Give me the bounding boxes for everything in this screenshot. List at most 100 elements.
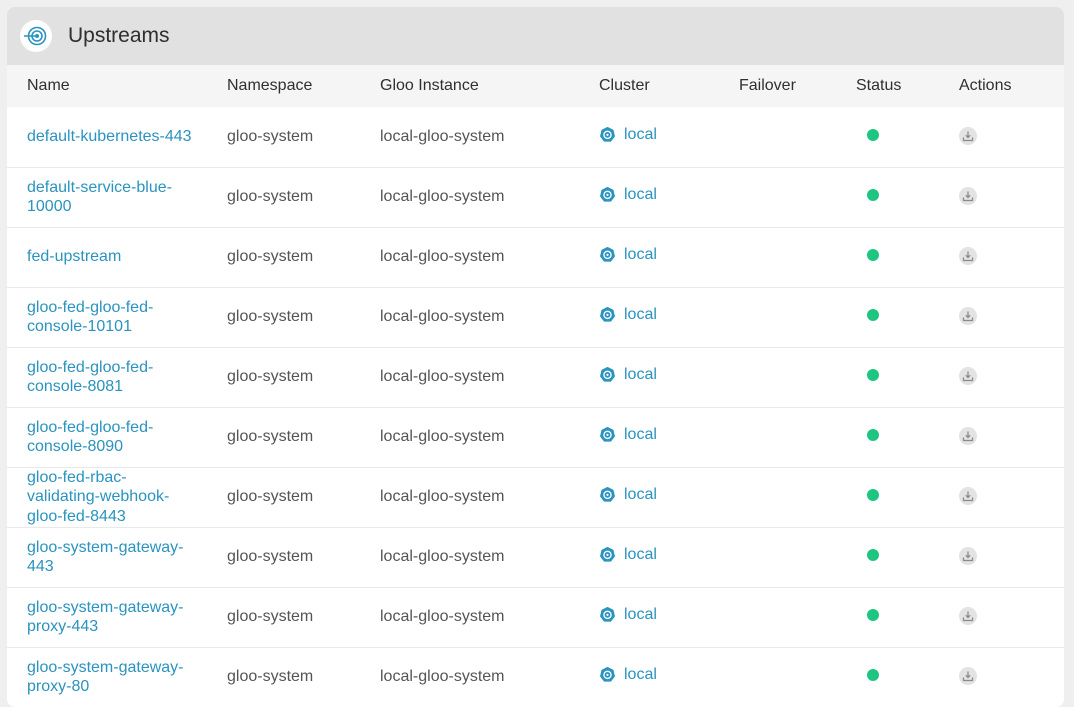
column-header-namespace[interactable]: Namespace bbox=[227, 65, 380, 107]
cluster-link[interactable]: local bbox=[599, 306, 657, 324]
namespace-cell: gloo-system bbox=[227, 308, 314, 325]
table-row: default-service-blue-10000 gloo-system l… bbox=[7, 167, 1064, 227]
cluster-name: local bbox=[624, 185, 657, 203]
status-dot bbox=[867, 369, 879, 381]
upstream-name-link[interactable]: gloo-system-gateway-proxy-80 bbox=[27, 658, 192, 697]
cluster-link[interactable]: local bbox=[599, 666, 657, 684]
cluster-link[interactable]: local bbox=[599, 426, 657, 444]
status-dot bbox=[867, 189, 879, 201]
table-row: gloo-fed-gloo-fed-console-10101 gloo-sys… bbox=[7, 287, 1064, 347]
gloo-instance-cell: local-gloo-system bbox=[380, 608, 505, 625]
namespace-cell: gloo-system bbox=[227, 428, 314, 445]
upstreams-panel: Upstreams Name Namespace Gloo Instance C… bbox=[7, 7, 1064, 707]
namespace-cell: gloo-system bbox=[227, 368, 314, 385]
upstream-name-link[interactable]: gloo-fed-gloo-fed-console-8090 bbox=[27, 418, 192, 457]
namespace-cell: gloo-system bbox=[227, 608, 314, 625]
cluster-link[interactable]: local bbox=[599, 606, 657, 624]
namespace-cell: gloo-system bbox=[227, 668, 314, 685]
download-icon bbox=[962, 611, 974, 622]
namespace-cell: gloo-system bbox=[227, 548, 314, 565]
download-yaml-button[interactable] bbox=[959, 247, 977, 265]
gloo-instance-cell: local-gloo-system bbox=[380, 488, 505, 505]
column-header-actions: Actions bbox=[959, 77, 1012, 94]
column-header-name[interactable]: Name bbox=[7, 65, 227, 107]
download-yaml-button[interactable] bbox=[959, 487, 977, 505]
gloo-instance-cell: local-gloo-system bbox=[380, 188, 505, 205]
download-icon bbox=[962, 251, 974, 262]
status-dot bbox=[867, 609, 879, 621]
cluster-name: local bbox=[624, 365, 657, 383]
gloo-instance-cell: local-gloo-system bbox=[380, 428, 505, 445]
status-dot bbox=[867, 249, 879, 261]
download-icon bbox=[962, 311, 974, 322]
upstream-name-link[interactable]: default-service-blue-10000 bbox=[27, 178, 192, 217]
download-icon bbox=[962, 371, 974, 382]
kubernetes-icon bbox=[599, 426, 616, 443]
gloo-instance-cell: local-gloo-system bbox=[380, 127, 505, 145]
cluster-name: local bbox=[624, 605, 657, 623]
download-yaml-button[interactable] bbox=[959, 126, 977, 145]
namespace-cell: gloo-system bbox=[227, 248, 314, 265]
download-yaml-button[interactable] bbox=[959, 427, 977, 445]
column-header-gloo-instance[interactable]: Gloo Instance bbox=[380, 65, 599, 107]
upstream-name-link[interactable]: gloo-fed-rbac-validating-webhook-gloo-fe… bbox=[27, 468, 192, 527]
table-row: gloo-fed-gloo-fed-console-8090 gloo-syst… bbox=[7, 407, 1064, 467]
column-header-cluster[interactable]: Cluster bbox=[599, 65, 739, 107]
panel-header: Upstreams bbox=[7, 7, 1064, 65]
table-row: gloo-system-gateway-proxy-80 gloo-system… bbox=[7, 647, 1064, 707]
download-yaml-button[interactable] bbox=[959, 187, 977, 205]
upstream-name-link[interactable]: fed-upstream bbox=[27, 247, 121, 267]
upstreams-table: Name Namespace Gloo Instance Cluster Fai… bbox=[7, 65, 1064, 707]
upstream-name-link[interactable]: default-kubernetes-443 bbox=[27, 127, 192, 147]
cluster-link[interactable]: local bbox=[599, 546, 657, 564]
failover-cell bbox=[739, 407, 856, 467]
cluster-name: local bbox=[624, 245, 657, 263]
table-row: gloo-fed-gloo-fed-console-8081 gloo-syst… bbox=[7, 347, 1064, 407]
namespace-cell: gloo-system bbox=[227, 488, 314, 505]
status-dot bbox=[867, 489, 879, 501]
gloo-instance-cell: local-gloo-system bbox=[380, 248, 505, 265]
column-header-status[interactable]: Status bbox=[856, 65, 959, 107]
upstream-name-link[interactable]: gloo-fed-gloo-fed-console-8081 bbox=[27, 358, 192, 397]
status-dot bbox=[867, 669, 879, 681]
cluster-link[interactable]: local bbox=[599, 366, 657, 384]
download-yaml-button[interactable] bbox=[959, 367, 977, 385]
cluster-link[interactable]: local bbox=[599, 126, 657, 144]
download-yaml-button[interactable] bbox=[959, 607, 977, 625]
cluster-name: local bbox=[624, 125, 657, 143]
kubernetes-icon bbox=[599, 126, 616, 143]
cluster-name: local bbox=[624, 545, 657, 563]
failover-cell bbox=[739, 287, 856, 347]
kubernetes-icon bbox=[599, 606, 616, 623]
upstream-name-link[interactable]: gloo-system-gateway-proxy-443 bbox=[27, 598, 192, 637]
status-dot bbox=[867, 309, 879, 321]
kubernetes-icon bbox=[599, 366, 616, 383]
download-yaml-button[interactable] bbox=[959, 307, 977, 325]
cluster-name: local bbox=[624, 485, 657, 503]
failover-cell bbox=[739, 347, 856, 407]
table-row: gloo-system-gateway-proxy-443 gloo-syste… bbox=[7, 587, 1064, 647]
namespace-cell: gloo-system bbox=[227, 127, 314, 145]
cluster-link[interactable]: local bbox=[599, 246, 657, 264]
status-dot bbox=[867, 549, 879, 561]
column-header-failover[interactable]: Failover bbox=[739, 65, 856, 107]
panel-title: Upstreams bbox=[68, 24, 170, 47]
download-icon bbox=[962, 431, 974, 442]
download-yaml-button[interactable] bbox=[959, 667, 977, 685]
cluster-link[interactable]: local bbox=[599, 486, 657, 504]
cluster-link[interactable]: local bbox=[599, 186, 657, 204]
failover-cell bbox=[739, 227, 856, 287]
upstream-icon bbox=[20, 20, 52, 52]
download-icon bbox=[962, 551, 974, 562]
download-icon bbox=[962, 491, 974, 502]
download-yaml-button[interactable] bbox=[959, 547, 977, 565]
cluster-name: local bbox=[624, 665, 657, 683]
upstream-name-link[interactable]: gloo-system-gateway-443 bbox=[27, 538, 192, 577]
kubernetes-icon bbox=[599, 186, 616, 203]
download-icon bbox=[962, 131, 974, 141]
failover-cell bbox=[739, 107, 856, 167]
kubernetes-icon bbox=[599, 246, 616, 263]
upstream-name-link[interactable]: gloo-fed-gloo-fed-console-10101 bbox=[27, 298, 192, 337]
table-row: default-kubernetes-443 gloo-system local… bbox=[7, 107, 1064, 167]
download-icon bbox=[962, 671, 974, 682]
